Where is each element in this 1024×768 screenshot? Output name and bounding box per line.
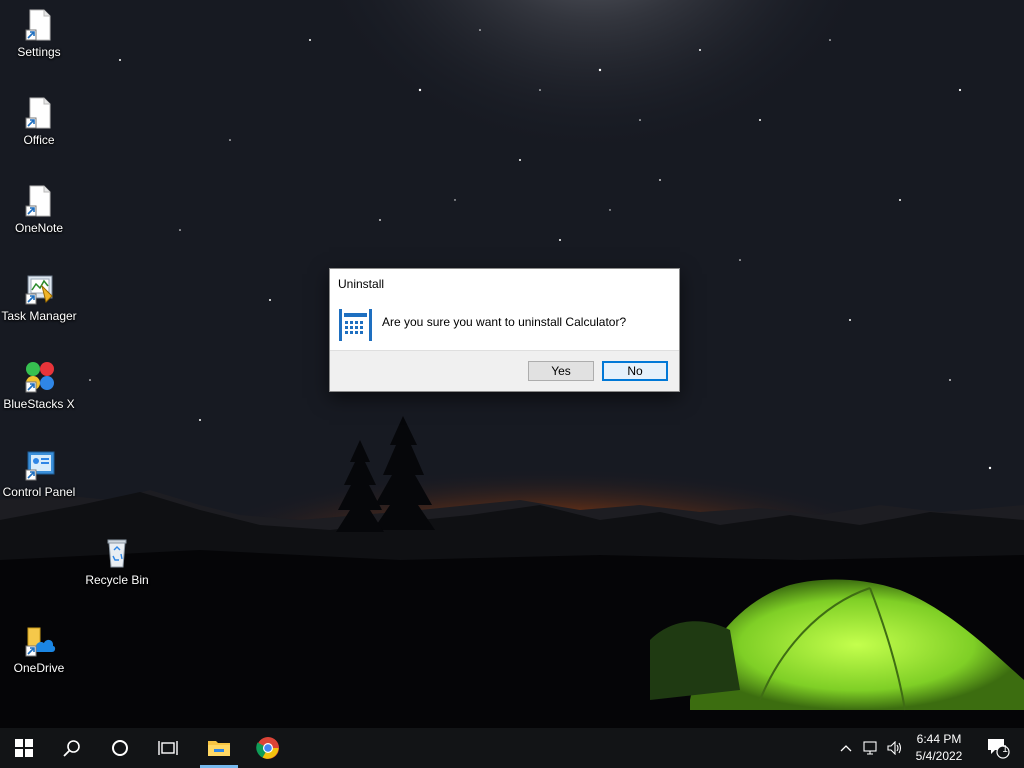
clock-time: 6:44 PM bbox=[916, 732, 962, 746]
chrome-icon bbox=[256, 737, 279, 759]
bluestacks-icon bbox=[22, 360, 56, 394]
task-manager-icon bbox=[22, 272, 56, 306]
desktop-icon-settings[interactable]: Settings bbox=[0, 8, 79, 59]
desktop-icon-label: Task Manager bbox=[1, 309, 77, 323]
desktop-icon-onedrive[interactable]: OneDrive bbox=[0, 624, 79, 675]
calculator-icon bbox=[339, 309, 372, 341]
action-center-button[interactable]: 1 bbox=[978, 728, 1018, 768]
settings-shortcut-icon bbox=[22, 8, 56, 42]
dialog-message: Are you sure you want to uninstall Calcu… bbox=[382, 315, 627, 329]
yes-button[interactable]: Yes bbox=[528, 361, 594, 381]
onenote-shortcut-icon bbox=[22, 184, 56, 218]
desktop-icon-office[interactable]: Office bbox=[0, 96, 79, 147]
control-panel-icon bbox=[22, 448, 56, 482]
taskbar-clock[interactable]: 6:44 PM 5/4/2022 bbox=[908, 731, 970, 765]
desktop-icon-onenote[interactable]: OneNote bbox=[0, 184, 79, 235]
volume-icon bbox=[887, 741, 902, 755]
file-explorer-button[interactable] bbox=[195, 728, 243, 768]
task-view-icon bbox=[158, 741, 178, 755]
desktop-icon-label: Office bbox=[23, 133, 55, 147]
desktop-icon-label: OneDrive bbox=[13, 661, 65, 675]
desktop-icon-bluestacks[interactable]: BlueStacks X bbox=[0, 360, 79, 411]
dialog-title: Uninstall bbox=[338, 277, 385, 291]
desktop-icon-control-panel[interactable]: Control Panel bbox=[0, 448, 79, 499]
dialog-button-bar: Yes No bbox=[330, 350, 679, 391]
windows-start-icon bbox=[15, 739, 33, 757]
clock-date: 5/4/2022 bbox=[915, 749, 963, 763]
cortana-button[interactable] bbox=[96, 728, 144, 768]
uninstall-dialog: Uninstall Are you sure you want to unins… bbox=[329, 268, 680, 392]
desktop-icon-label: Recycle Bin bbox=[85, 573, 149, 587]
desktop-icon-task-manager[interactable]: Task Manager bbox=[0, 272, 79, 323]
start-button[interactable] bbox=[0, 728, 48, 768]
desktop-icon-label: OneNote bbox=[14, 221, 64, 235]
no-button[interactable]: No bbox=[602, 361, 668, 381]
chrome-button[interactable] bbox=[244, 728, 292, 768]
show-hidden-icons-button[interactable] bbox=[835, 728, 857, 768]
search-icon bbox=[63, 740, 80, 757]
desktop-icon-label: Settings bbox=[17, 45, 61, 59]
office-shortcut-icon bbox=[22, 96, 56, 130]
chevron-up-icon bbox=[840, 745, 852, 752]
notification-count-badge: 1 bbox=[1002, 744, 1008, 755]
desktop-icon-recycle-bin[interactable]: Recycle Bin bbox=[77, 536, 157, 587]
recycle-bin-icon bbox=[100, 536, 134, 570]
network-icon bbox=[863, 741, 877, 755]
volume-button[interactable] bbox=[883, 728, 907, 768]
file-explorer-icon bbox=[208, 741, 230, 756]
onedrive-icon bbox=[22, 624, 56, 658]
desktop-icon-label: Control Panel bbox=[2, 485, 76, 499]
desktop-icon-label: BlueStacks X bbox=[3, 397, 75, 411]
network-button[interactable] bbox=[859, 728, 883, 768]
task-view-button[interactable] bbox=[144, 728, 192, 768]
cortana-icon bbox=[112, 740, 128, 756]
search-button[interactable] bbox=[48, 728, 96, 768]
